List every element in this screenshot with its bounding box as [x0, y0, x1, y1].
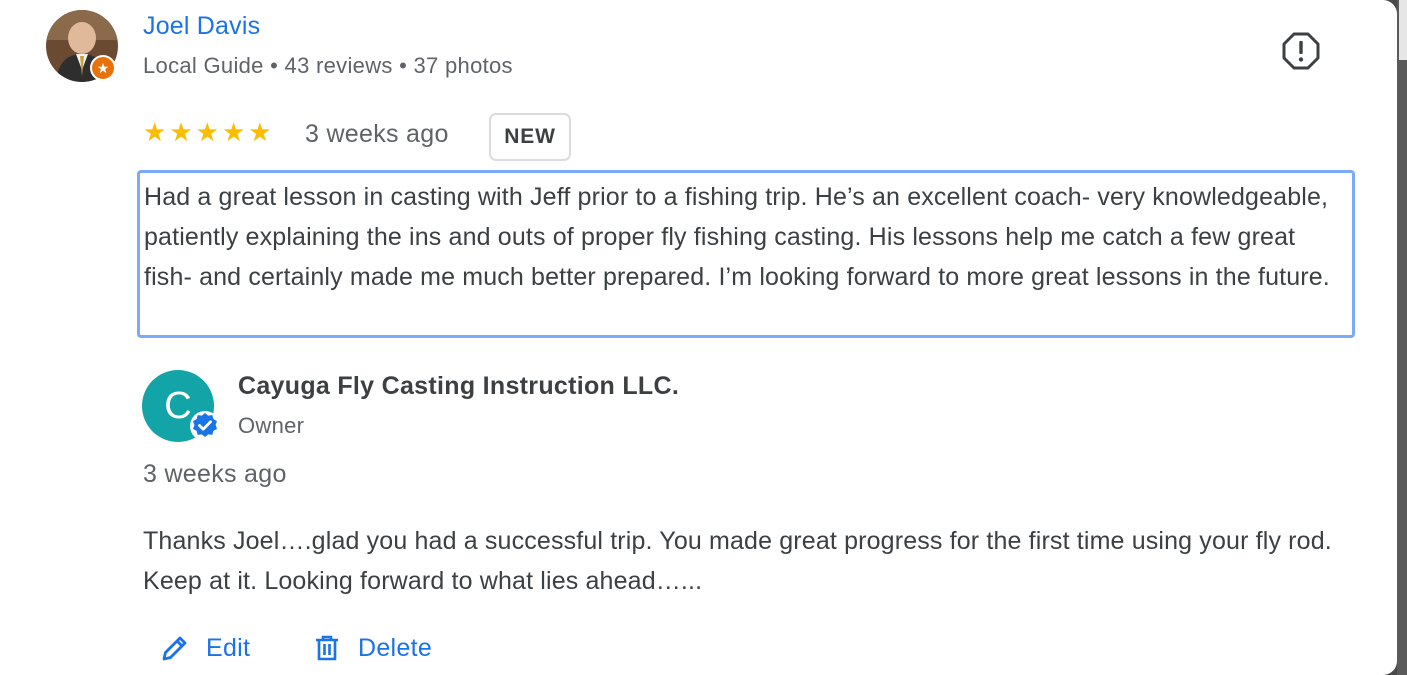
owner-name: Cayuga Fly Casting Instruction LLC. [238, 372, 680, 400]
star-rating: ★ ★ ★ ★ ★ [143, 117, 272, 147]
star-icon: ★ [143, 117, 167, 147]
star-icon: ★ [248, 117, 272, 147]
review-card: ★ Joel Davis Local Guide • 43 reviews • … [0, 0, 1397, 675]
delete-label: Delete [358, 633, 433, 662]
pencil-icon [162, 636, 187, 661]
background-edge-highlight [1399, 0, 1407, 60]
review-text[interactable]: Had a great lesson in casting with Jeff … [137, 170, 1355, 338]
reviewer-name[interactable]: Joel Davis [143, 12, 260, 41]
review-date: 3 weeks ago [305, 120, 449, 148]
reply-text: Thanks Joel….glad you had a successful t… [143, 527, 1332, 595]
owner-role: Owner [238, 413, 305, 438]
star-icon: ★ [221, 117, 246, 147]
new-badge: NEW [489, 113, 571, 161]
edit-button[interactable]: Edit [160, 633, 250, 663]
reply-date: 3 weeks ago [143, 460, 287, 488]
trash-icon [316, 635, 338, 661]
local-guide-star-icon: ★ [90, 55, 116, 81]
reviewer-meta: Local Guide • 43 reviews • 37 photos [143, 53, 513, 78]
verified-check-icon [189, 410, 221, 442]
star-icon: ★ [169, 117, 193, 147]
report-review-icon[interactable] [1281, 31, 1321, 71]
background-edge [1397, 0, 1407, 675]
edit-label: Edit [206, 633, 251, 662]
delete-button[interactable]: Delete [312, 633, 432, 663]
star-icon: ★ [195, 117, 219, 147]
